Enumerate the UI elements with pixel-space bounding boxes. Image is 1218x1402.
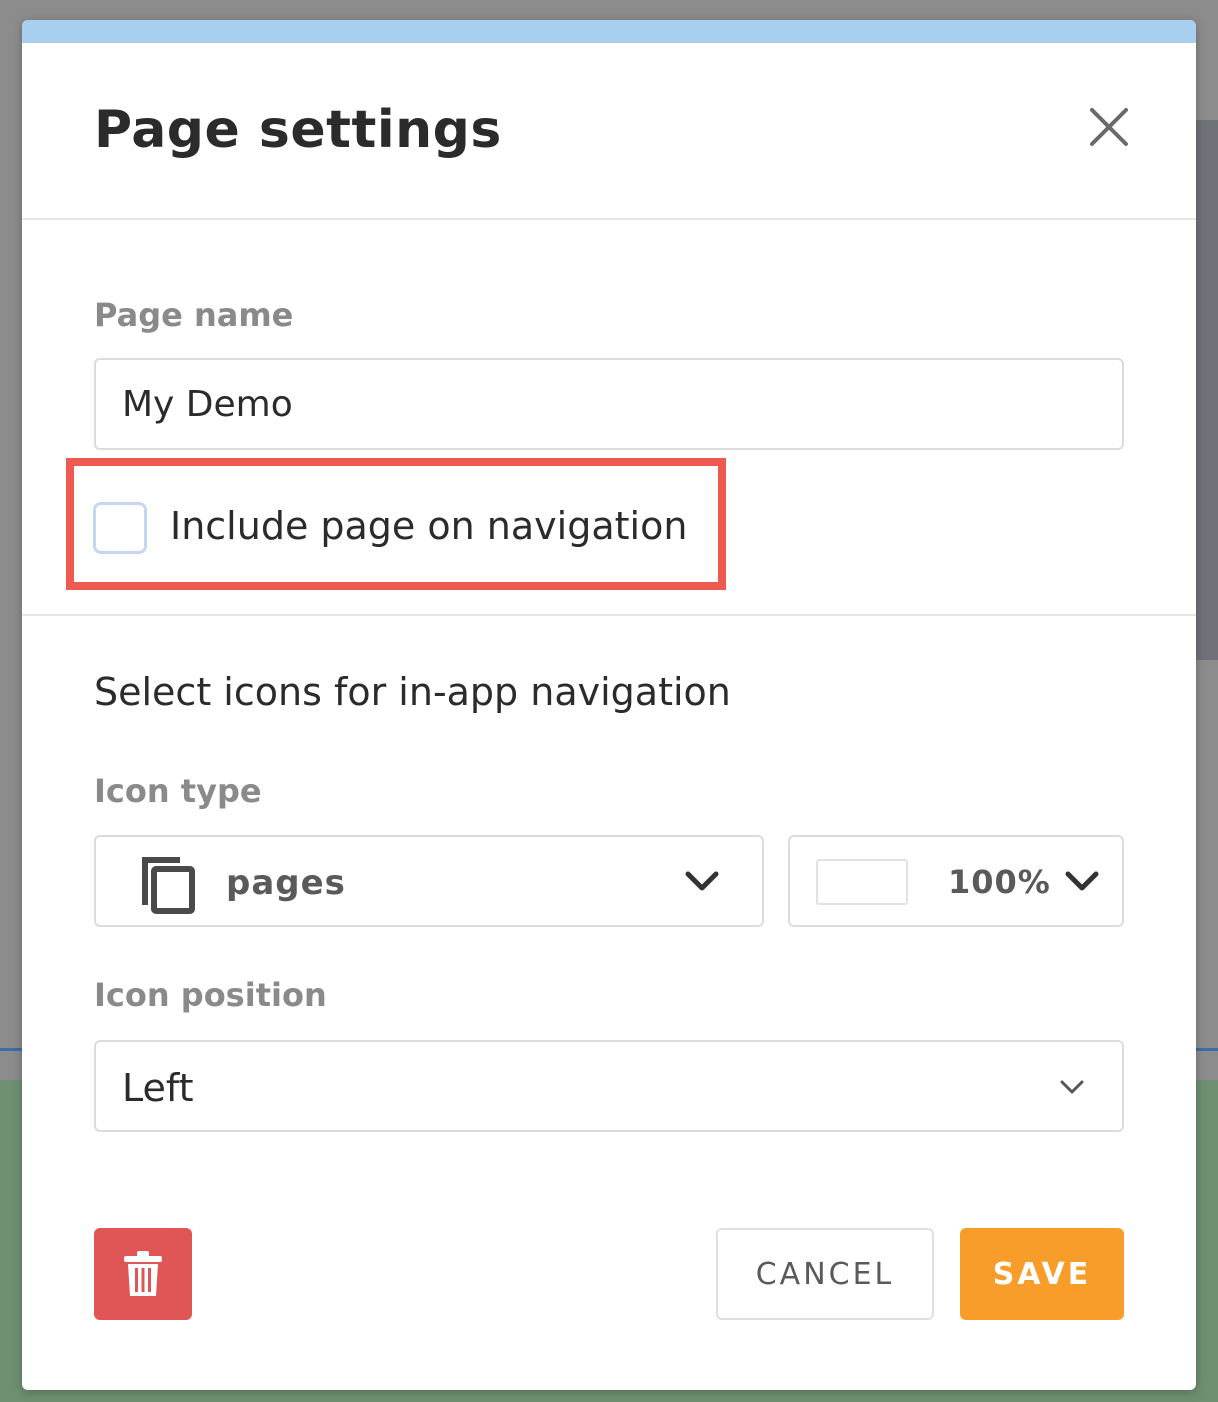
include-navigation-checkbox[interactable] (93, 502, 147, 554)
header-divider (22, 218, 1196, 220)
icon-opacity-value: 100% (948, 863, 1051, 901)
dialog-accent-bar (22, 20, 1196, 43)
cancel-button[interactable]: CANCEL (716, 1228, 934, 1320)
chevron-down-icon (1065, 871, 1099, 891)
icons-section-heading: Select icons for in-app navigation (94, 670, 731, 714)
pages-icon (142, 857, 195, 914)
icon-type-value: pages (226, 863, 346, 903)
color-swatch (816, 859, 908, 905)
include-navigation-label: Include page on navigation (170, 504, 688, 548)
icon-type-label: Icon type (94, 772, 262, 810)
page-name-label: Page name (94, 296, 294, 334)
save-button[interactable]: SAVE (960, 1228, 1124, 1320)
background-panel (1196, 120, 1218, 660)
icon-position-label: Icon position (94, 976, 327, 1014)
delete-button[interactable] (94, 1228, 192, 1320)
trash-icon (124, 1251, 162, 1296)
chevron-down-icon (1060, 1080, 1084, 1094)
page-name-input[interactable] (94, 358, 1124, 450)
dialog-title: Page settings (94, 100, 502, 160)
section-divider (22, 614, 1196, 616)
icon-color-select[interactable]: 100% (788, 835, 1124, 927)
icon-position-select[interactable]: Left (94, 1040, 1124, 1132)
chevron-down-icon (685, 871, 719, 891)
icon-position-value: Left (122, 1066, 194, 1110)
close-button[interactable] (1084, 102, 1134, 152)
icon-type-select[interactable]: pages (94, 835, 764, 927)
close-icon (1090, 108, 1128, 146)
page-settings-dialog: Page settings Page name Include page on … (22, 20, 1196, 1390)
